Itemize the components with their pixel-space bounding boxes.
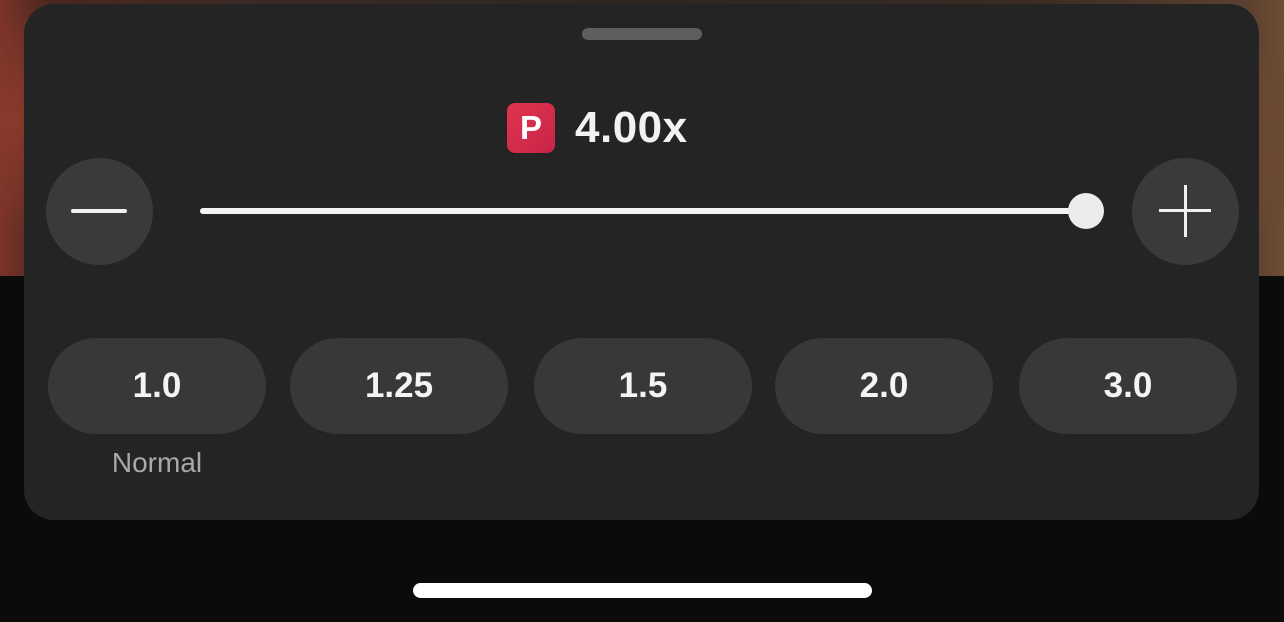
speed-slider-fill: [200, 208, 1086, 214]
preset-1-5-button[interactable]: 1.5: [534, 338, 752, 434]
playback-speed-sheet: P 4.00x 1.0 1.25 1.5 2.0 3.0 Normal: [24, 4, 1259, 520]
speed-presets: 1.0 1.25 1.5 2.0 3.0: [48, 338, 1238, 434]
home-indicator[interactable]: [413, 583, 872, 598]
increase-speed-button[interactable]: [1132, 158, 1239, 265]
preset-1-0-button[interactable]: 1.0: [48, 338, 266, 434]
preset-1-25-button[interactable]: 1.25: [290, 338, 508, 434]
minus-icon: [71, 209, 127, 213]
speed-slider-thumb[interactable]: [1068, 193, 1104, 229]
premium-badge-icon: P: [507, 103, 555, 153]
preset-3-0-button[interactable]: 3.0: [1019, 338, 1237, 434]
decrease-speed-button[interactable]: [46, 158, 153, 265]
speed-header: P 4.00x: [507, 102, 688, 154]
speed-slider[interactable]: [200, 193, 1104, 229]
screen: P 4.00x 1.0 1.25 1.5 2.0 3.0 Normal: [0, 0, 1284, 622]
current-speed-value: 4.00x: [575, 103, 688, 152]
preset-2-0-button[interactable]: 2.0: [775, 338, 993, 434]
sheet-grabber-handle[interactable]: [582, 28, 702, 40]
preset-normal-caption: Normal: [111, 447, 203, 478]
